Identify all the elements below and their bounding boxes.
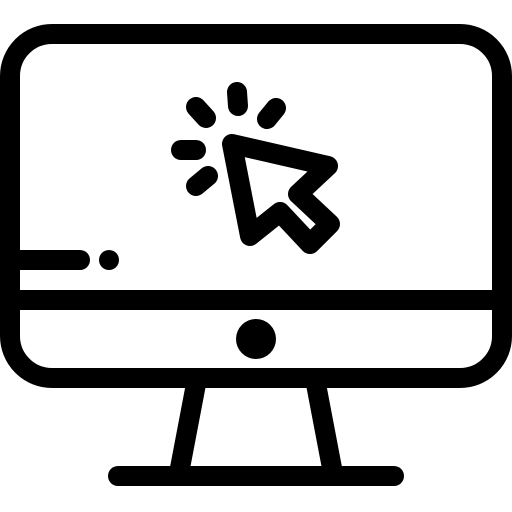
screen-glare-dot [99,250,119,270]
stand-left-leg [170,374,206,478]
stand-right-leg [306,374,342,478]
desktop-computer-click-icon [0,24,512,486]
cursor-icon [222,134,340,254]
power-button-icon [236,319,276,359]
icon-canvas [0,0,512,512]
